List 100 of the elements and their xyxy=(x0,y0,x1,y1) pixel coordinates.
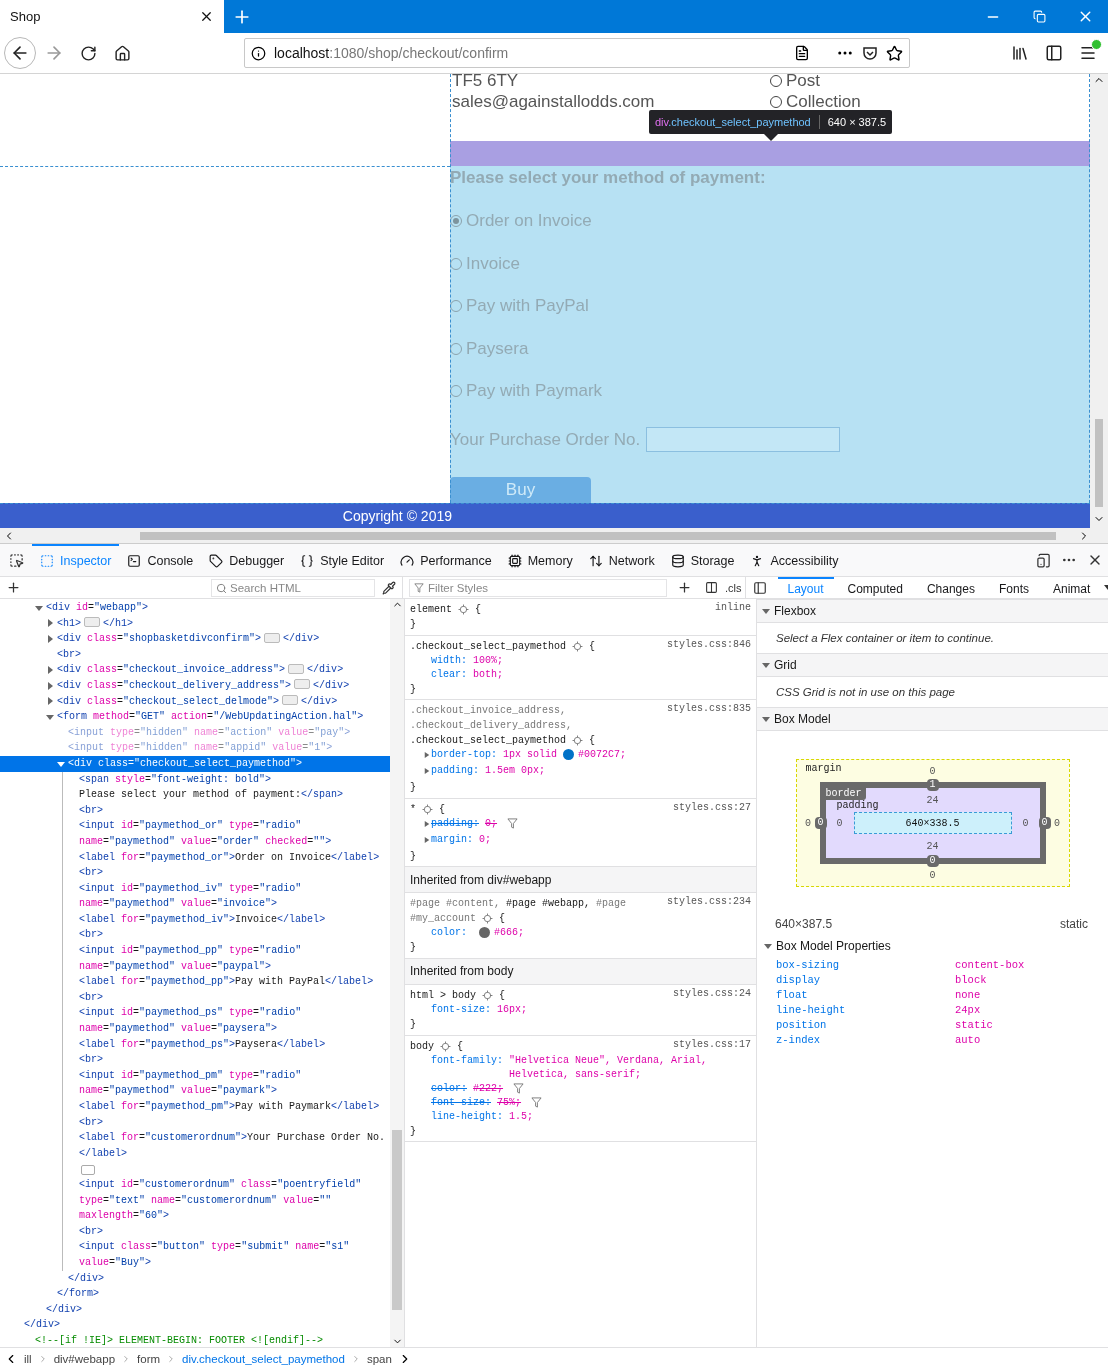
source-link[interactable]: inline xyxy=(715,602,751,617)
css-property[interactable]: color: xyxy=(431,1081,467,1096)
expand-triangle-icon[interactable] xyxy=(762,661,770,669)
expand-triangle-icon[interactable] xyxy=(46,666,54,675)
target-icon[interactable] xyxy=(572,640,584,652)
breadcrumb[interactable]: div.checkout_select_paymethod xyxy=(182,1353,345,1365)
css-property[interactable]: padding: xyxy=(431,816,479,831)
input-field[interactable] xyxy=(646,427,841,452)
section-header[interactable]: Box Model Properties xyxy=(757,931,1108,959)
target-icon[interactable] xyxy=(482,913,493,925)
css-property[interactable]: border-top: xyxy=(431,748,497,763)
markup-node[interactable]: <br> xyxy=(0,802,390,819)
markup-node[interactable]: <br> xyxy=(0,927,390,944)
scrollbar-thumb[interactable] xyxy=(140,531,1056,540)
markup-node[interactable]: <div class="checkout_select_paymethod"> xyxy=(0,755,390,772)
source-link[interactable]: styles.css:234 xyxy=(667,896,751,927)
devtools-tab[interactable]: Memory xyxy=(499,544,581,576)
markup-node[interactable]: <input id="paymethod_ps" type="radio" name="paymethod" value="paysera"> xyxy=(0,1005,390,1037)
sidebar-icon[interactable] xyxy=(1045,44,1063,62)
cls-toggle[interactable]: .cls xyxy=(725,581,742,594)
devtools-tab[interactable]: Console xyxy=(119,544,202,576)
breadcrumb[interactable]: form xyxy=(137,1353,161,1365)
panel-tab[interactable]: Computed xyxy=(837,577,913,598)
markup-node[interactable]: <label for="paymethod_pp">Pay with PayPal</label> xyxy=(0,974,390,990)
css-value[interactable]: both; xyxy=(473,667,504,682)
source-link[interactable]: styles.css:24 xyxy=(673,987,751,1003)
markup-node[interactable]: <form method="GET" action="/WebUpdatingAction.hal"> xyxy=(0,709,390,725)
markup-node[interactable]: <input id="paymethod_pm" type="radio" name="paymethod" value="paymark"> xyxy=(0,1067,390,1099)
css-property[interactable]: margin: xyxy=(431,832,473,847)
markup-node[interactable]: <br> xyxy=(0,989,390,1006)
markup-node[interactable]: <label for="paymethod_ps">Paysera</label> xyxy=(0,1036,390,1053)
markup-node[interactable]: <label for="customerordnum">Your Purchase Order No. </label> xyxy=(0,1130,390,1162)
property-value[interactable]: 24px xyxy=(955,1004,1108,1016)
expand-triangle-icon[interactable] xyxy=(46,712,54,721)
expand-triangle-icon[interactable] xyxy=(424,767,430,776)
css-value[interactable]: 0; xyxy=(479,832,492,847)
info-icon[interactable] xyxy=(251,45,266,61)
css-property[interactable]: padding: xyxy=(431,764,479,779)
scrollbar-thumb[interactable] xyxy=(392,1130,402,1310)
markup-node[interactable]: <input id="paymethod_or" type="radio" name="paymethod" value="order" checked=""> xyxy=(0,818,390,850)
target-icon[interactable] xyxy=(482,989,493,1001)
markup-node[interactable]: <div id="webapp"> xyxy=(0,600,390,616)
property-value[interactable]: none xyxy=(955,989,1108,1001)
filter-icon[interactable] xyxy=(531,1096,543,1108)
markup-node[interactable]: <br> xyxy=(0,1052,390,1068)
element-picker-icon[interactable] xyxy=(8,552,24,568)
expand-triangle-icon[interactable] xyxy=(424,751,430,760)
markup-node[interactable]: <span style="font-weight: bold"> Please select your method of payment:</span> xyxy=(0,771,390,803)
target-icon[interactable] xyxy=(422,803,433,815)
library-icon[interactable] xyxy=(1011,44,1029,62)
css-value[interactable]: "Helvetica Neue", Verdana, Arial, Helvetica, sans-serif; xyxy=(509,1053,751,1082)
expand-triangle-icon[interactable] xyxy=(762,607,770,615)
expand-triangle-icon[interactable] xyxy=(35,603,43,612)
breadcrumb[interactable]: div#webapp xyxy=(53,1353,116,1365)
devtools-tab[interactable]: Network xyxy=(580,544,663,576)
panel-tab[interactable]: Fonts xyxy=(988,577,1039,598)
filter-field[interactable]: Filter Styles xyxy=(409,578,667,597)
radio-label[interactable]: Collection xyxy=(786,91,861,112)
property-value[interactable]: auto xyxy=(955,1034,1108,1046)
devtools-tab[interactable]: Storage xyxy=(662,544,743,576)
scrollbar-thumb[interactable] xyxy=(1095,419,1103,507)
target-icon[interactable] xyxy=(440,1040,451,1052)
comment-line[interactable]: <!--[if !IE]> ELEMENT-BEGIN: FOOTER <![endif]--> xyxy=(0,1332,390,1347)
responsive-mode-icon[interactable] xyxy=(1035,552,1051,568)
devtools-tab[interactable]: Debugger xyxy=(201,544,293,576)
target-icon[interactable] xyxy=(572,735,584,747)
panel-tab[interactable]: Animat xyxy=(1042,577,1101,598)
css-property[interactable]: font-size: xyxy=(431,1002,491,1017)
markup-node[interactable]: <br> xyxy=(0,865,390,881)
css-value[interactable]: 0; xyxy=(485,816,498,831)
devtools-tab[interactable]: Accessibility xyxy=(742,544,847,576)
expand-triangle-icon[interactable] xyxy=(424,819,430,828)
property-value[interactable]: block xyxy=(955,974,1108,986)
add-rule-icon[interactable] xyxy=(676,580,692,595)
css-value[interactable]: 1.5em 0px; xyxy=(485,764,546,779)
expand-triangle-icon[interactable] xyxy=(57,759,65,768)
expand-triangle-icon[interactable] xyxy=(764,942,772,950)
markup-line[interactable]: </div> xyxy=(0,1270,390,1287)
markup-node[interactable]: <br> xyxy=(0,646,390,663)
markup-line[interactable]: </div> xyxy=(0,1317,390,1333)
search-field[interactable]: Search HTML xyxy=(211,578,375,597)
target-icon[interactable] xyxy=(458,604,469,615)
markup-node[interactable]: <div class="shopbasketdivconfirm"> </div> xyxy=(0,631,390,647)
css-property[interactable]: color: xyxy=(431,926,467,941)
css-value[interactable]: #222; xyxy=(473,1081,504,1096)
css-value[interactable]: #666; xyxy=(494,926,525,941)
css-value[interactable]: 16px; xyxy=(497,1002,528,1017)
expand-triangle-icon[interactable] xyxy=(46,619,54,628)
markup-node[interactable]: <label for="paymethod_iv">Invoice</label> xyxy=(0,911,390,928)
section-header[interactable]: Grid xyxy=(757,653,1108,677)
filter-icon[interactable] xyxy=(507,817,519,829)
markup-node[interactable]: <input id="paymethod_iv" type="radio" name="paymethod" value="invoice"> xyxy=(0,880,390,912)
markup-node[interactable]: <input class="button" type="submit" name="s1" value="Buy"> xyxy=(0,1239,390,1271)
add-node-icon[interactable] xyxy=(5,580,21,595)
source-link[interactable]: styles.css:17 xyxy=(673,1038,751,1054)
source-link[interactable]: styles.css:846 xyxy=(667,638,751,654)
markup-node[interactable]: <br> xyxy=(0,1223,390,1240)
section-header[interactable]: Flexbox xyxy=(757,599,1108,623)
expand-triangle-icon[interactable] xyxy=(46,697,54,706)
panel-tab[interactable]: Changes xyxy=(916,577,985,598)
